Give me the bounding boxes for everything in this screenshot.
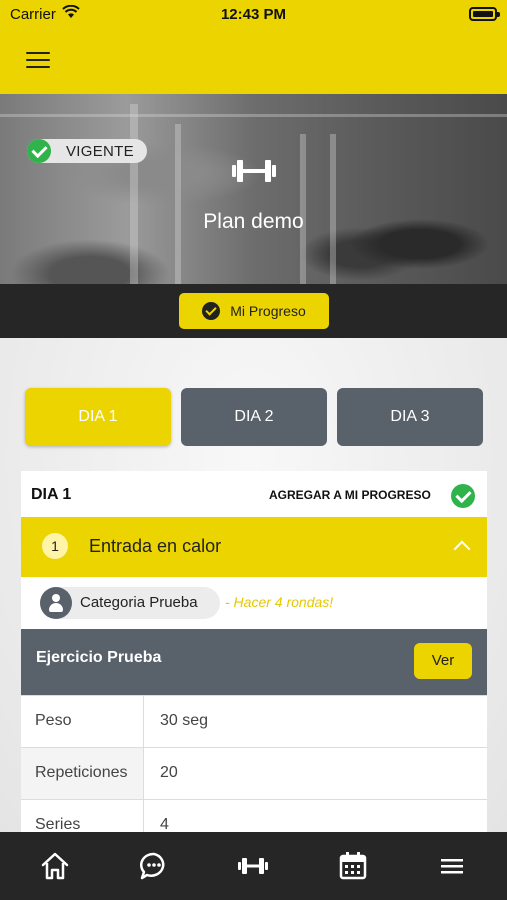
tab-dia-2[interactable]: DIA 2 bbox=[181, 388, 327, 446]
exercise-title: Ejercicio Prueba bbox=[36, 649, 162, 666]
category-pill: Categoria Prueba bbox=[40, 587, 220, 619]
day-card-header: DIA 1 AGREGAR A MI PROGRESO bbox=[21, 471, 487, 517]
dumbbell-icon[interactable] bbox=[237, 850, 269, 882]
section-title: Entrada en calor bbox=[89, 536, 222, 556]
my-progress-button[interactable]: Mi Progreso bbox=[179, 293, 329, 329]
dumbbell-icon bbox=[232, 160, 276, 182]
exercise-header: Ejercicio Prueba Ver bbox=[21, 629, 487, 695]
progress-strip: Mi Progreso bbox=[0, 284, 507, 338]
row-key: Repeticiones bbox=[21, 748, 144, 800]
category-label: Categoria Prueba bbox=[80, 594, 198, 611]
table-row: Series 4 bbox=[21, 799, 487, 832]
section-header-warmup[interactable]: 1 Entrada en calor bbox=[21, 517, 487, 577]
hamburger-menu-icon[interactable] bbox=[26, 52, 50, 72]
bottom-nav bbox=[0, 832, 507, 900]
add-to-progress-link[interactable]: AGREGAR A MI PROGRESO bbox=[269, 488, 431, 502]
row-value: 4 bbox=[160, 816, 169, 832]
my-progress-label: Mi Progreso bbox=[230, 303, 306, 319]
tab-dia-1[interactable]: DIA 1 bbox=[25, 388, 171, 446]
menu-icon[interactable] bbox=[436, 850, 468, 882]
status-badge: VIGENTE bbox=[27, 139, 147, 163]
category-row: Categoria Prueba - Hacer 4 rondas! bbox=[21, 577, 487, 629]
app-header bbox=[0, 30, 507, 94]
hero-banner: VIGENTE Plan demo bbox=[0, 94, 507, 284]
chevron-up-icon bbox=[453, 540, 471, 558]
day-title: DIA 1 bbox=[31, 486, 72, 503]
status-badge-label: VIGENTE bbox=[66, 142, 134, 160]
row-key: Series bbox=[21, 800, 144, 832]
status-bar: Carrier 12:43 PM bbox=[0, 0, 507, 30]
check-circle-icon bbox=[27, 139, 51, 163]
user-avatar-icon bbox=[40, 587, 72, 619]
section-note: - Hacer 4 rondas! bbox=[225, 594, 334, 610]
home-icon[interactable] bbox=[39, 850, 71, 882]
clock: 12:43 PM bbox=[220, 6, 287, 23]
chat-icon[interactable] bbox=[138, 850, 170, 882]
exercise-table: Peso 30 seg Repeticiones 20 Series 4 bbox=[21, 695, 487, 832]
table-row: Repeticiones 20 bbox=[21, 747, 487, 800]
plan-title: Plan demo bbox=[203, 210, 304, 233]
battery-icon bbox=[469, 7, 500, 21]
row-value: 30 seg bbox=[160, 712, 209, 729]
day-card: DIA 1 AGREGAR A MI PROGRESO 1 Entrada en… bbox=[21, 471, 487, 832]
calendar-icon[interactable] bbox=[337, 850, 369, 882]
add-to-progress-check-icon[interactable] bbox=[451, 484, 475, 508]
section-number-badge: 1 bbox=[42, 533, 68, 559]
row-value: 20 bbox=[160, 764, 178, 781]
tab-dia-3[interactable]: DIA 3 bbox=[337, 388, 483, 446]
check-circle-icon bbox=[202, 302, 221, 320]
table-row: Peso 30 seg bbox=[21, 695, 487, 748]
row-key: Peso bbox=[21, 696, 144, 748]
view-exercise-button[interactable]: Ver bbox=[414, 643, 472, 679]
